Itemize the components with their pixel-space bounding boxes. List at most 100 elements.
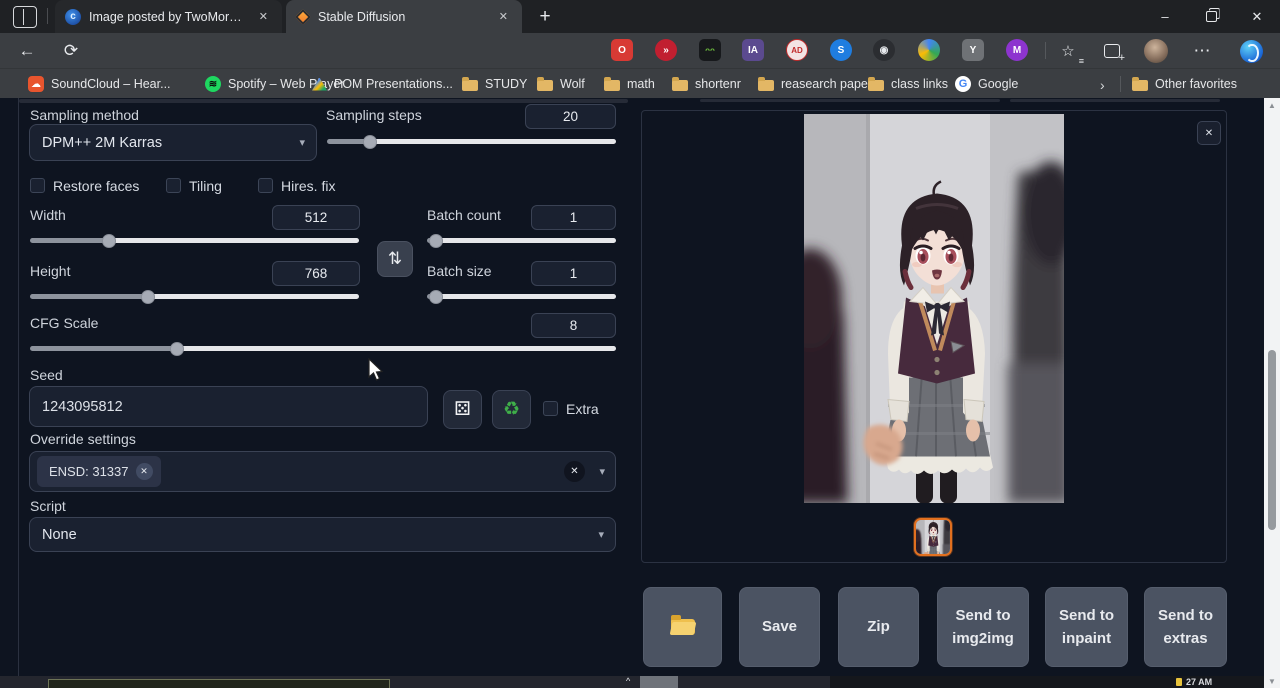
slider-handle[interactable] (429, 234, 443, 248)
titlebar-divider (47, 8, 48, 24)
bookmarks-divider (1120, 76, 1121, 92)
width-input[interactable] (272, 205, 360, 230)
scroll-down-icon[interactable]: ▼ (1264, 674, 1280, 688)
clipped-row-above (1010, 99, 1220, 102)
tab1-close-icon[interactable]: ✕ (255, 8, 272, 25)
avatar-image (1144, 39, 1168, 63)
new-tab-button[interactable]: + (532, 4, 558, 30)
zip-button[interactable]: Zip (838, 587, 919, 667)
send-to-extras-button[interactable]: Send to extras (1144, 587, 1227, 667)
extension-icon-fastforward[interactable]: » (655, 39, 677, 61)
extension-icon-tampermonkey[interactable]: ᴖᴖ (699, 39, 721, 61)
hires-fix-label: Hires. fix (281, 178, 335, 194)
sampling-steps-slider[interactable] (327, 139, 616, 144)
restore-faces-checkbox[interactable] (30, 178, 45, 193)
batch-count-label: Batch count (427, 207, 501, 223)
script-dropdown[interactable]: None ▾ (29, 517, 616, 552)
collections-icon[interactable] (1099, 38, 1125, 64)
favorites-menu-icon[interactable]: ☆ (1055, 38, 1081, 64)
bookmark-folder-math[interactable]: math (604, 74, 655, 94)
copilot-icon[interactable] (1238, 38, 1264, 64)
generated-image[interactable] (804, 114, 1064, 503)
folder-icon (462, 80, 478, 91)
chevron-down-icon[interactable]: ▾ (599, 465, 605, 478)
extension-icon-m[interactable]: M (1006, 39, 1028, 61)
send-to-img2img-button[interactable]: Send to img2img (937, 587, 1029, 667)
slider-handle[interactable] (429, 290, 443, 304)
batch-size-input[interactable] (531, 261, 616, 286)
browser-toolbar: ← ⟳ i 127.0.0.1:7860 A ☆ O » ᴖᴖ IA AD S … (0, 33, 1280, 68)
reuse-seed-button[interactable]: ♻ (492, 390, 531, 429)
minimize-button[interactable]: – (1142, 0, 1188, 33)
close-window-button[interactable]: ✕ (1234, 0, 1280, 33)
bookmark-folder-shortenr[interactable]: shortenr (672, 74, 741, 94)
batch-size-slider[interactable] (427, 294, 616, 299)
hires-fix-checkbox[interactable] (258, 178, 273, 193)
folder-icon (758, 80, 774, 91)
tab-actions-icon[interactable] (13, 6, 37, 28)
more-menu-icon[interactable]: ⋯ (1189, 38, 1215, 64)
folder-icon (868, 80, 884, 91)
override-settings-box[interactable]: ENSD: 31337 ✕ ✕ ▾ (29, 451, 616, 492)
chip-remove-icon[interactable]: ✕ (136, 463, 153, 480)
seed-input[interactable] (29, 386, 428, 427)
gallery-close-button[interactable]: ✕ (1197, 121, 1221, 145)
sampling-steps-input[interactable] (525, 104, 616, 129)
slider-handle[interactable] (141, 290, 155, 304)
scroll-up-icon[interactable]: ▲ (1264, 98, 1280, 112)
cfg-scale-input[interactable] (531, 313, 616, 338)
height-slider[interactable] (30, 294, 359, 299)
extension-icon-shazam[interactable]: S (830, 39, 852, 61)
collections-glyph (1104, 44, 1120, 58)
width-slider[interactable] (30, 238, 359, 243)
browser-tab-2[interactable]: Stable Diffusion ✕ (286, 0, 522, 33)
extension-icon-globe[interactable] (918, 39, 940, 61)
bookmark-folder-study[interactable]: STUDY (462, 74, 527, 94)
sampling-method-value: DPM++ 2M Karras (42, 135, 162, 151)
scrollbar-thumb[interactable] (1268, 350, 1276, 530)
extension-icon-y[interactable]: Y (962, 39, 984, 61)
gallery-thumbnail-selected[interactable] (914, 518, 952, 556)
extra-seed-checkbox[interactable] (543, 401, 558, 416)
extension-icon-pin[interactable]: ◉ (873, 39, 895, 61)
extension-icon-ia[interactable]: IA (742, 39, 764, 61)
page-scrollbar[interactable]: ▲ ▼ (1264, 98, 1280, 688)
bookmark-folder-research[interactable]: reasearch paper (758, 74, 872, 94)
override-chip-ensd[interactable]: ENSD: 31337 ✕ (37, 456, 161, 487)
sampling-method-dropdown[interactable]: DPM++ 2M Karras ▾ (29, 124, 317, 161)
bookmark-soundcloud[interactable]: ☁SoundCloud – Hear... (28, 74, 171, 94)
swap-width-height-button[interactable]: ⇅ (377, 241, 413, 277)
override-clear-all-icon[interactable]: ✕ (564, 461, 585, 482)
send-to-inpaint-button[interactable]: Send to inpaint (1045, 587, 1128, 667)
slider-handle[interactable] (102, 234, 116, 248)
batch-count-slider[interactable] (427, 238, 616, 243)
restore-button[interactable] (1188, 0, 1234, 33)
height-label: Height (30, 263, 70, 279)
profile-avatar[interactable] (1143, 38, 1169, 64)
cfg-scale-slider[interactable] (30, 346, 616, 351)
refresh-button[interactable]: ⟳ (58, 38, 84, 64)
random-seed-button[interactable]: ⚄ (443, 390, 482, 429)
height-input[interactable] (272, 261, 360, 286)
tab2-close-icon[interactable]: ✕ (495, 8, 512, 25)
save-button[interactable]: Save (739, 587, 820, 667)
slider-handle[interactable] (170, 342, 184, 356)
open-folder-button[interactable] (643, 587, 722, 667)
bookmark-folder-classlinks[interactable]: class links (868, 74, 948, 94)
clipped-row-above (700, 99, 1000, 102)
bookmark-pom[interactable]: POM Presentations... (312, 74, 453, 94)
bookmark-other-favorites[interactable]: Other favorites (1132, 74, 1237, 94)
browser-tab-1[interactable]: c Image posted by TwoMoreTimes ✕ (55, 0, 282, 33)
bookmark-folder-wolf[interactable]: Wolf (537, 74, 585, 94)
bookmark-google[interactable]: GGoogle (955, 74, 1018, 94)
taskbar-shield-icon (1176, 678, 1182, 686)
restore-faces-label: Restore faces (53, 178, 139, 194)
extension-icon-adblock[interactable]: AD (786, 39, 808, 61)
batch-count-input[interactable] (531, 205, 616, 230)
chevron-down-icon: ▾ (598, 528, 604, 541)
tiling-checkbox[interactable] (166, 178, 181, 193)
slider-handle[interactable] (363, 135, 377, 149)
back-button[interactable]: ← (14, 38, 40, 64)
extension-icon-o[interactable]: O (611, 39, 633, 61)
bookmarks-overflow-chevron[interactable]: › (1100, 77, 1105, 93)
